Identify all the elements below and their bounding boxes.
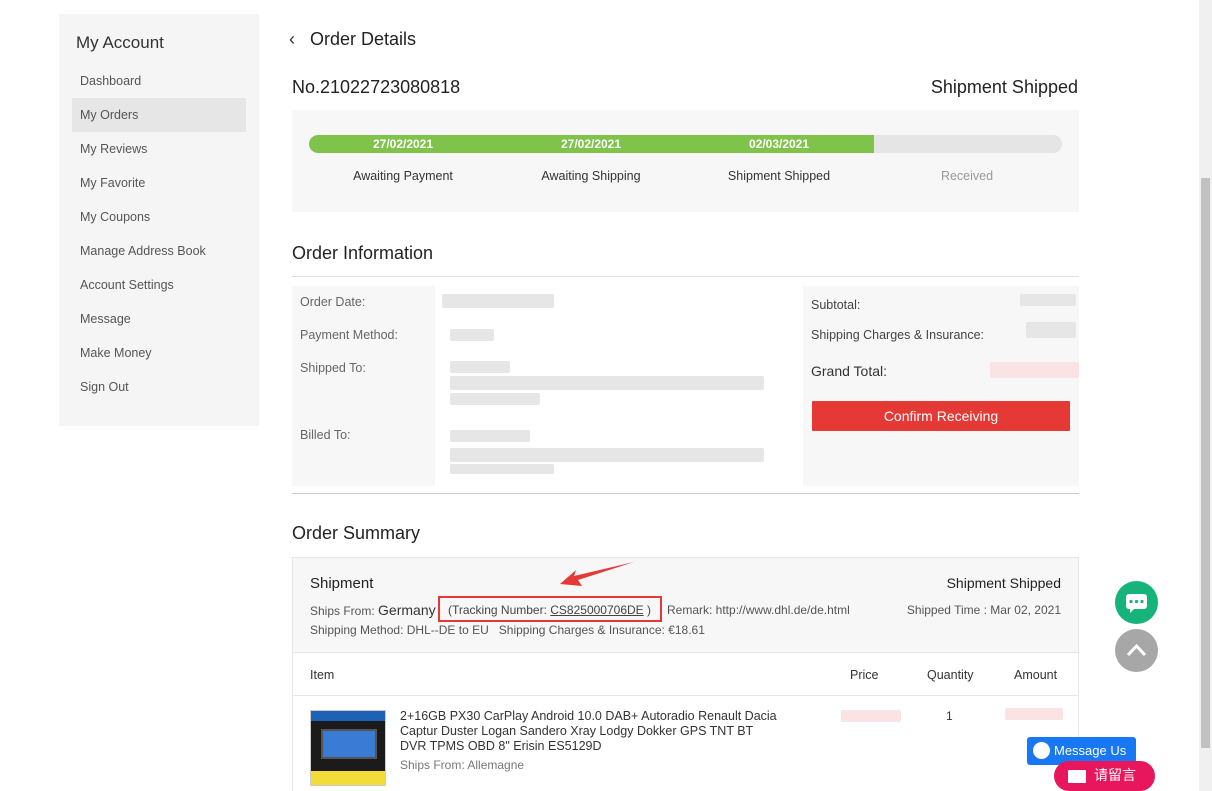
product-quantity: 1 (946, 709, 953, 723)
redacted-shipping (1026, 322, 1076, 338)
product-title[interactable]: 2+16GB PX30 CarPlay Android 10.0 DAB+ Au… (400, 709, 780, 754)
order-status: Shipment Shipped (930, 77, 1078, 97)
mail-icon (1068, 770, 1086, 783)
tracking-suffix: ) (647, 603, 652, 617)
billed-to-label: Billed To: (300, 428, 351, 442)
sidebar-item-my-orders[interactable]: My Orders (72, 98, 246, 132)
annotation-arrow-icon (560, 562, 634, 586)
scrollbar-thumb[interactable] (1201, 178, 1210, 748)
sidebar-item-my-reviews[interactable]: My Reviews (72, 132, 246, 166)
shipping-method: Shipping Method: DHL--DE to EU (310, 623, 489, 637)
order-information-panel: Order Date: Payment Method: Shipped To: … (292, 286, 1079, 486)
ships-from-label: Ships From: (310, 604, 375, 618)
sidebar-item-my-coupons[interactable]: My Coupons (72, 200, 246, 234)
step-label: Received (940, 169, 994, 183)
redacted-order-date (442, 294, 554, 308)
order-number: No.21022723080818 (292, 77, 461, 97)
items-table-header: Item Price Quantity Amount (293, 654, 1078, 696)
shipment-header: Shipment Shipment Shipped Ships From: Ge… (293, 558, 1078, 653)
step-date: 27/02/2021 (372, 137, 434, 151)
redacted-billing (450, 448, 764, 462)
leave-message-button[interactable]: 请留言 (1054, 761, 1155, 791)
shipment-status: Shipment Shipped (946, 575, 1061, 591)
page-title: Order Details (310, 29, 417, 49)
redacted-grand-total (990, 362, 1079, 378)
step-date: 27/02/2021 (560, 137, 622, 151)
shipped-to-label: Shipped To: (300, 361, 366, 375)
product-image[interactable] (310, 710, 386, 786)
sidebar-item-sign-out[interactable]: Sign Out (72, 370, 246, 404)
sidebar-item-account-settings[interactable]: Account Settings (72, 268, 246, 302)
tracking-number: (Tracking Number: CS825000706DE ) (448, 603, 651, 617)
divider (292, 493, 1079, 494)
redacted-subtotal (1020, 294, 1076, 306)
chevron-up-icon (1126, 643, 1147, 657)
divider (292, 276, 1079, 277)
redacted-billing (450, 430, 530, 442)
order-information-title: Order Information (292, 243, 434, 263)
shipping-charges: Shipping Charges & Insurance: €18.61 (498, 623, 705, 637)
back-to-top-button[interactable] (1115, 629, 1158, 672)
order-date-label: Order Date: (300, 295, 366, 309)
sidebar-item-make-money[interactable]: Make Money (72, 336, 246, 370)
step-label: Awaiting Shipping (541, 169, 641, 183)
confirm-receiving-button[interactable]: Confirm Receiving (812, 401, 1070, 431)
redacted-address (450, 361, 510, 373)
sidebar-item-message[interactable]: Message (72, 302, 246, 336)
chat-bubble-button[interactable] (1115, 581, 1158, 624)
column-item: Item (310, 668, 335, 682)
shipping-charges-label: Shipping Charges & Insurance: (811, 328, 985, 342)
redacted-billing (450, 464, 554, 474)
ships-from: Ships From: Germany (310, 602, 436, 618)
redacted-address (450, 376, 764, 390)
redacted-amount (1005, 708, 1063, 720)
shipped-time: Shipped Time : Mar 02, 2021 (906, 603, 1061, 617)
ships-from-country: Germany (378, 602, 436, 618)
step-label: Shipment Shipped (727, 169, 831, 183)
redacted-payment-method (450, 329, 494, 341)
chat-icon (1126, 594, 1147, 613)
step-label: Awaiting Payment (353, 169, 453, 183)
leave-message-label: 请留言 (1094, 768, 1136, 784)
order-summary-panel: Shipment Shipment Shipped Ships From: Ge… (292, 557, 1079, 791)
step-date: 02/03/2021 (748, 137, 810, 151)
back-chevron-icon[interactable]: ‹ (289, 29, 295, 50)
payment-method-label: Payment Method: (300, 328, 398, 342)
sidebar-title: My Account (76, 33, 164, 52)
sidebar-item-my-favorite[interactable]: My Favorite (72, 166, 246, 200)
order-summary-title: Order Summary (292, 523, 421, 543)
account-sidebar: My Account Dashboard My Orders My Review… (59, 14, 259, 426)
product-ships-from: Ships From: Allemagne (400, 758, 525, 772)
shipment-remark: Remark: http://www.dhl.de/de.html (667, 603, 850, 617)
column-quantity: Quantity (927, 668, 974, 682)
page: My Account Dashboard My Orders My Review… (0, 0, 1212, 791)
messenger-icon (1033, 742, 1050, 759)
tracking-prefix: (Tracking Number: (448, 603, 547, 617)
subtotal-label: Subtotal: (811, 298, 861, 312)
redacted-address (450, 393, 540, 405)
shipping-details: Shipping Method: DHL--DE to EU Shipping … (310, 623, 705, 637)
column-amount: Amount (1014, 668, 1058, 682)
redacted-price (841, 710, 901, 722)
sidebar-item-address-book[interactable]: Manage Address Book (72, 234, 246, 268)
sidebar-item-dashboard[interactable]: Dashboard (72, 64, 246, 98)
order-progress: 27/02/2021 27/02/2021 02/03/2021 Awaitin… (292, 110, 1079, 212)
grand-total-label: Grand Total: (811, 363, 888, 379)
tracking-number-highlight: (Tracking Number: CS825000706DE ) (438, 596, 662, 622)
page-scrollbar[interactable] (1199, 0, 1212, 791)
tracking-number-link[interactable]: CS825000706DE (550, 603, 643, 617)
shipment-title: Shipment (310, 575, 374, 592)
column-price: Price (850, 668, 879, 682)
messenger-label: Message Us (1054, 743, 1127, 758)
